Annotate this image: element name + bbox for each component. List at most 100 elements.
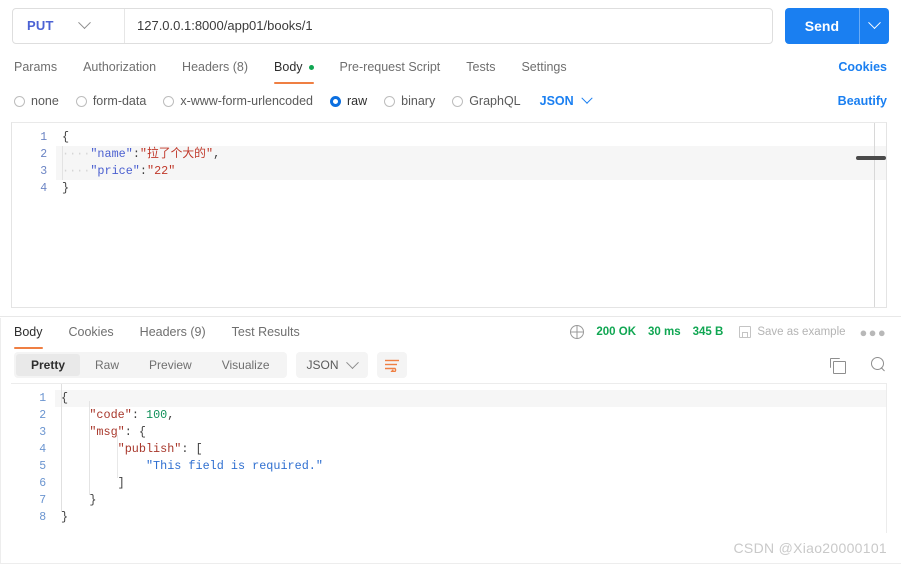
http-method-dropdown[interactable]: PUT	[13, 8, 125, 43]
response-tab-cookies[interactable]: Cookies	[69, 316, 114, 348]
radio-icon	[163, 95, 175, 107]
body-type-form-data[interactable]: form-data	[75, 94, 147, 108]
code-line: }	[61, 510, 69, 524]
request-code-area[interactable]: { ····"name":"拉了个大的", ····"price":"22" }	[56, 123, 886, 307]
copy-icon[interactable]	[830, 357, 846, 374]
code-line: "code": 100,	[89, 408, 175, 422]
radio-icon	[452, 95, 464, 107]
tab-label: Headers (9)	[139, 325, 206, 339]
line-number: 3	[40, 165, 47, 178]
send-options-button[interactable]	[859, 7, 889, 44]
body-type-label: binary	[401, 94, 436, 108]
code-line: "msg": {	[89, 425, 146, 439]
line-number: 2	[40, 148, 47, 161]
send-button[interactable]: Send	[785, 8, 859, 44]
body-type-binary[interactable]: binary	[384, 94, 435, 108]
tab-authorization[interactable]: Authorization	[83, 51, 156, 83]
body-type-graphql[interactable]: GraphQL	[452, 94, 521, 108]
save-as-example-label: Save as example	[757, 326, 846, 338]
request-body-editor[interactable]: 1 2 3 4 { ····"name":"拉了个大的", ····"price…	[11, 122, 887, 308]
line-number: 7	[39, 494, 46, 507]
request-format-dropdown[interactable]: JSON	[539, 92, 593, 108]
body-type-label: none	[31, 94, 59, 108]
request-tabs: Params Authorization Headers (8) Body Pr…	[0, 51, 901, 84]
editor-scrollbar-thumb[interactable]	[856, 156, 886, 160]
response-tab-headers[interactable]: Headers (9)	[140, 316, 206, 348]
cookies-link[interactable]: Cookies	[838, 60, 887, 74]
view-mode-visualize[interactable]: Visualize	[207, 354, 285, 376]
line-number: 3	[39, 426, 46, 439]
radio-selected-icon	[330, 95, 341, 107]
body-modified-dot-icon	[308, 64, 314, 70]
line-number: 8	[39, 511, 46, 524]
url-bar: PUT	[12, 7, 773, 44]
code-line: "publish": [	[117, 442, 203, 456]
response-size: 345 B	[692, 326, 724, 338]
status-code: 200 OK	[596, 326, 637, 338]
request-gutter: 1 2 3 4	[12, 123, 56, 307]
response-format-dropdown[interactable]: JSON	[295, 352, 368, 378]
wrap-text-button[interactable]	[376, 352, 407, 378]
tab-tests[interactable]: Tests	[466, 51, 495, 83]
http-method-label: PUT	[27, 18, 54, 33]
url-input[interactable]	[125, 8, 772, 43]
radio-icon	[75, 95, 87, 107]
view-mode-pretty[interactable]: Pretty	[16, 354, 81, 376]
line-number: 2	[39, 409, 46, 422]
radio-icon	[384, 95, 396, 107]
tab-pre-request-script[interactable]: Pre-request Script	[340, 51, 441, 83]
url-bar-row: PUT Send	[0, 0, 901, 44]
response-tab-test-results[interactable]: Test Results	[232, 316, 300, 348]
tab-params[interactable]: Params	[14, 51, 57, 83]
response-right-rule	[886, 384, 887, 533]
tab-label: Body	[274, 60, 303, 74]
body-type-label: form-data	[92, 94, 147, 108]
chevron-down-icon	[345, 355, 359, 369]
save-as-example-button[interactable]: Save as example	[739, 326, 846, 338]
globe-icon	[570, 325, 585, 339]
view-mode-preview[interactable]: Preview	[134, 354, 207, 376]
response-tab-body[interactable]: Body	[14, 316, 43, 349]
postman-request-response-pane: PUT Send Params Authorization Headers (8…	[0, 0, 901, 564]
response-view-toolbar: Pretty Raw Preview Visualize JSON	[0, 347, 901, 383]
view-mode-raw[interactable]: Raw	[80, 354, 134, 376]
tab-settings[interactable]: Settings	[521, 51, 566, 83]
search-icon[interactable]	[871, 357, 887, 373]
tab-label: Settings	[521, 60, 567, 74]
code-line: {	[55, 390, 887, 407]
tab-label: Body	[14, 325, 43, 339]
ellipsis-icon[interactable]: ●●●	[860, 325, 887, 340]
response-actions	[830, 357, 887, 374]
body-type-label: GraphQL	[469, 94, 521, 108]
response-time: 30 ms	[648, 326, 681, 338]
wrap-text-icon	[384, 359, 399, 372]
line-number: 1	[40, 131, 47, 144]
body-type-urlencoded[interactable]: x-www-form-urlencoded	[163, 94, 313, 108]
tab-headers[interactable]: Headers (8)	[182, 51, 248, 83]
chevron-down-icon	[868, 16, 881, 30]
response-view-mode-group: Pretty Raw Preview Visualize	[14, 352, 287, 378]
body-type-row: none form-data x-www-form-urlencoded raw…	[0, 87, 901, 115]
indent-guide	[61, 384, 62, 512]
body-type-label: raw	[347, 94, 368, 108]
line-number: 6	[39, 477, 46, 490]
response-gutter: 1 2 3 4 5 6 7 8	[11, 384, 55, 533]
radio-icon	[14, 95, 25, 107]
tab-label: Tests	[466, 60, 496, 74]
tab-label: Authorization	[83, 60, 157, 74]
beautify-button[interactable]: Beautify	[838, 94, 887, 108]
tab-label: Test Results	[231, 325, 300, 339]
code-line: }	[61, 493, 97, 507]
body-type-none[interactable]: none	[14, 94, 59, 108]
tab-label: Params	[14, 60, 58, 74]
line-number: 4	[40, 182, 47, 195]
tab-label: Headers (8)	[182, 60, 249, 74]
tab-body[interactable]: Body	[274, 51, 314, 84]
code-line: }	[62, 181, 70, 195]
body-type-raw[interactable]: raw	[330, 94, 367, 108]
response-code-area: { "code": 100, "msg": { "publish": [ "Th…	[55, 384, 887, 533]
request-format-label: JSON	[539, 94, 574, 108]
tab-label: Cookies	[68, 325, 114, 339]
response-tabs: Body Cookies Headers (9) Test Results 20…	[0, 316, 901, 349]
response-body-viewer[interactable]: 1 2 3 4 5 6 7 8 { "code": 100, "msg": { …	[11, 383, 887, 533]
